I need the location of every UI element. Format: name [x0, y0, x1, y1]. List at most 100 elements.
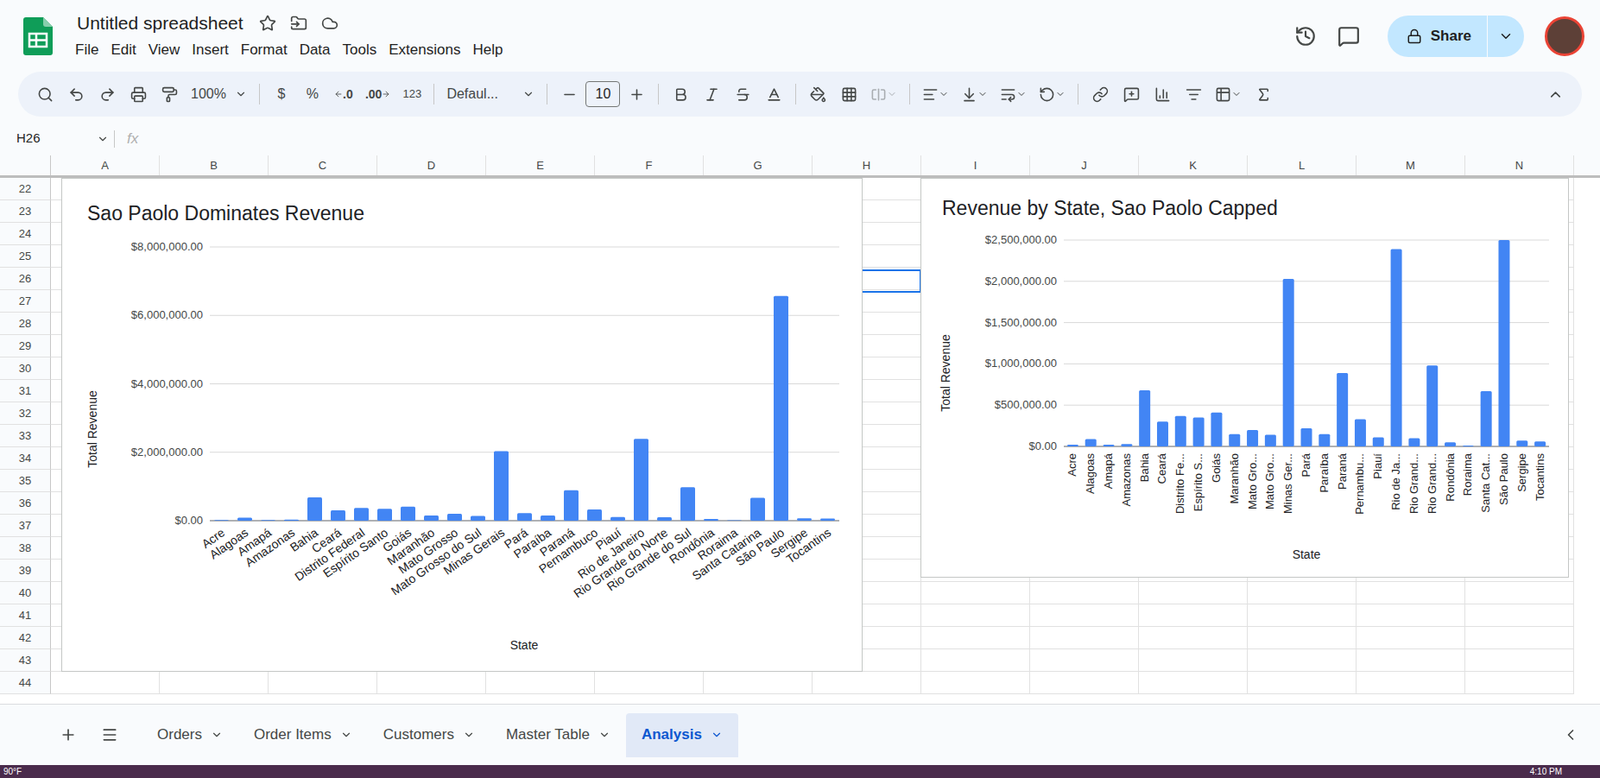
row-header[interactable]: 28	[0, 312, 51, 336]
cell[interactable]	[377, 671, 487, 695]
column-header[interactable]: H	[812, 155, 922, 176]
search-button[interactable]	[30, 79, 60, 109]
row-header[interactable]: 37	[0, 514, 51, 538]
star-icon[interactable]	[259, 14, 277, 32]
bold-button[interactable]	[665, 79, 696, 109]
decrease-decimal-button[interactable]: .0	[328, 79, 359, 109]
cell[interactable]	[1356, 649, 1466, 672]
undo-button[interactable]	[61, 79, 91, 109]
tab-menu-icon[interactable]	[462, 728, 475, 741]
bar[interactable]	[750, 497, 766, 521]
bar[interactable]	[1391, 249, 1403, 447]
column-header[interactable]: E	[486, 155, 595, 176]
add-sheet-button[interactable]	[53, 720, 83, 750]
sheet-tab[interactable]: Analysis	[626, 713, 739, 758]
bar[interactable]	[1426, 365, 1438, 447]
clock[interactable]: 4:10 PM	[1530, 766, 1563, 778]
bar[interactable]	[1193, 417, 1205, 447]
bar[interactable]	[330, 510, 346, 521]
bar[interactable]	[1175, 416, 1187, 447]
currency-button[interactable]: $	[266, 79, 297, 109]
cell[interactable]	[1356, 671, 1466, 695]
sheets-logo-icon[interactable]	[23, 17, 53, 56]
row-header[interactable]: 36	[0, 492, 51, 515]
italic-button[interactable]	[696, 79, 727, 109]
cell[interactable]	[1356, 581, 1466, 605]
row-header[interactable]: 30	[0, 357, 51, 380]
cell[interactable]	[1465, 604, 1575, 627]
bar[interactable]	[1336, 373, 1348, 447]
cell[interactable]	[1030, 581, 1139, 605]
cell[interactable]	[1030, 604, 1139, 627]
merge-cells-button[interactable]	[865, 79, 903, 109]
bar[interactable]	[727, 519, 742, 522]
cell[interactable]	[268, 671, 378, 695]
bar[interactable]	[1120, 443, 1133, 447]
row-header[interactable]: 35	[0, 469, 51, 493]
vertical-align-button[interactable]	[955, 79, 993, 109]
scroll-tabs-icon[interactable]	[1562, 726, 1580, 744]
comment-button[interactable]	[1116, 79, 1146, 109]
menu-item[interactable]: Edit	[104, 39, 142, 61]
functions-button[interactable]	[1248, 79, 1278, 109]
cell[interactable]	[1247, 626, 1357, 650]
filter-button[interactable]	[1178, 79, 1208, 109]
bar[interactable]	[1408, 437, 1420, 447]
row-header[interactable]: 24	[0, 222, 51, 246]
name-box[interactable]: H26	[0, 128, 114, 149]
tab-menu-icon[interactable]	[710, 728, 723, 741]
bar[interactable]	[657, 517, 672, 521]
cell[interactable]	[486, 671, 595, 695]
bar[interactable]	[1301, 428, 1313, 447]
cell[interactable]	[1030, 626, 1139, 650]
bar[interactable]	[214, 519, 229, 522]
row-header[interactable]: 27	[0, 290, 51, 313]
cell[interactable]	[1247, 604, 1357, 627]
menu-item[interactable]: Help	[466, 39, 509, 61]
cloud-status-icon[interactable]	[321, 14, 339, 32]
bar[interactable]	[1372, 436, 1385, 447]
column-header[interactable]: F	[594, 155, 704, 176]
cell[interactable]	[1247, 671, 1357, 695]
menu-item[interactable]: File	[69, 39, 105, 61]
cell[interactable]	[1138, 581, 1248, 605]
bar[interactable]	[587, 509, 602, 521]
bar[interactable]	[1516, 440, 1528, 447]
link-button[interactable]	[1085, 79, 1115, 109]
column-header[interactable]: K	[1138, 155, 1248, 176]
increase-decimal-button[interactable]: .00	[360, 79, 396, 109]
bar[interactable]	[1157, 421, 1169, 447]
sheet-tab[interactable]: Master Table	[490, 713, 627, 758]
bar[interactable]	[820, 518, 835, 521]
chart[interactable]: Revenue by State, Sao Paolo Capped$2,500…	[920, 177, 1569, 578]
all-sheets-button[interactable]	[94, 720, 125, 750]
cell[interactable]	[1465, 626, 1575, 650]
column-header[interactable]: M	[1356, 155, 1466, 176]
bar[interactable]	[284, 519, 299, 521]
cell[interactable]	[921, 604, 1031, 627]
row-header[interactable]: 29	[0, 335, 51, 358]
bar[interactable]	[1354, 418, 1367, 447]
bar[interactable]	[1480, 391, 1493, 447]
tab-menu-icon[interactable]	[340, 728, 353, 741]
strikethrough-button[interactable]	[727, 79, 758, 109]
cell[interactable]	[812, 671, 922, 695]
cell[interactable]	[1030, 671, 1139, 695]
bar[interactable]	[1318, 434, 1330, 447]
bar[interactable]	[703, 518, 719, 521]
bar[interactable]	[1444, 442, 1456, 447]
row-header[interactable]: 33	[0, 424, 51, 448]
cell[interactable]	[703, 671, 813, 695]
column-header[interactable]: D	[377, 155, 487, 176]
row-header[interactable]: 25	[0, 245, 51, 268]
cell[interactable]	[1465, 671, 1575, 695]
collapse-toolbar-button[interactable]	[1540, 79, 1570, 109]
menu-item[interactable]: Insert	[185, 39, 235, 61]
bar[interactable]	[1210, 412, 1222, 447]
zoom-select[interactable]: 100%	[185, 79, 253, 109]
menu-item[interactable]: Format	[234, 39, 294, 61]
bar[interactable]	[423, 515, 439, 521]
bar[interactable]	[796, 518, 812, 521]
tab-menu-icon[interactable]	[598, 728, 611, 741]
row-header[interactable]: 34	[0, 447, 51, 470]
